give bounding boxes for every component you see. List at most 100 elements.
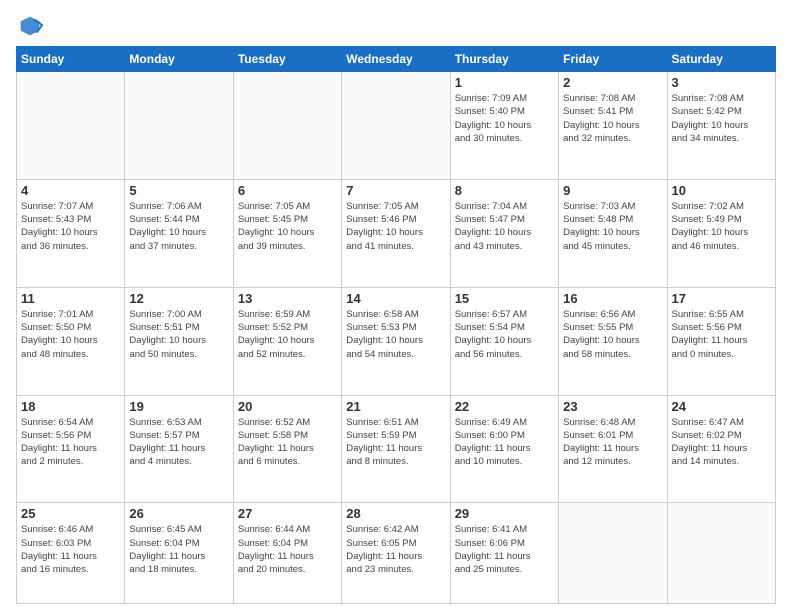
day-number: 4 xyxy=(21,183,120,198)
day-info: Sunrise: 6:56 AM Sunset: 5:55 PM Dayligh… xyxy=(563,308,662,361)
day-info: Sunrise: 7:09 AM Sunset: 5:40 PM Dayligh… xyxy=(455,92,554,145)
day-info: Sunrise: 6:59 AM Sunset: 5:52 PM Dayligh… xyxy=(238,308,337,361)
day-info: Sunrise: 6:46 AM Sunset: 6:03 PM Dayligh… xyxy=(21,523,120,576)
calendar-cell: 13 Sunrise: 6:59 AM Sunset: 5:52 PM Dayli… xyxy=(233,287,341,395)
calendar-cell: 24 Sunrise: 6:47 AM Sunset: 6:02 PM Dayli… xyxy=(667,395,775,503)
day-number: 18 xyxy=(21,399,120,414)
calendar-cell: 12 Sunrise: 7:00 AM Sunset: 5:51 PM Dayli… xyxy=(125,287,233,395)
day-info: Sunrise: 7:05 AM Sunset: 5:46 PM Dayligh… xyxy=(346,200,445,253)
day-number: 1 xyxy=(455,75,554,90)
day-number: 8 xyxy=(455,183,554,198)
day-number: 16 xyxy=(563,291,662,306)
calendar-cell: 20 Sunrise: 6:52 AM Sunset: 5:58 PM Dayli… xyxy=(233,395,341,503)
day-info: Sunrise: 6:51 AM Sunset: 5:59 PM Dayligh… xyxy=(346,416,445,469)
week-row-1: 4Sunrise: 7:07 AM Sunset: 5:43 PM Daylig… xyxy=(17,179,776,287)
calendar-cell: 23Sunrise: 6:48 AM Sunset: 6:01 PM Dayli… xyxy=(559,395,667,503)
calendar-cell: 15 Sunrise: 6:57 AM Sunset: 5:54 PM Dayli… xyxy=(450,287,558,395)
calendar-cell: 22 Sunrise: 6:49 AM Sunset: 6:00 PM Dayli… xyxy=(450,395,558,503)
calendar-cell: 3Sunrise: 7:08 AM Sunset: 5:42 PM Daylig… xyxy=(667,72,775,180)
day-number: 5 xyxy=(129,183,228,198)
calendar-cell xyxy=(233,72,341,180)
day-info: Sunrise: 6:41 AM Sunset: 6:06 PM Dayligh… xyxy=(455,523,554,576)
day-number: 21 xyxy=(346,399,445,414)
weekday-header-monday: Monday xyxy=(125,47,233,72)
calendar-cell xyxy=(342,72,450,180)
calendar-cell: 19 Sunrise: 6:53 AM Sunset: 5:57 PM Dayli… xyxy=(125,395,233,503)
day-number: 15 xyxy=(455,291,554,306)
weekday-header-sunday: Sunday xyxy=(17,47,125,72)
week-row-4: 25 Sunrise: 6:46 AM Sunset: 6:03 PM Dayli… xyxy=(17,503,776,604)
weekday-header-friday: Friday xyxy=(559,47,667,72)
page: SundayMondayTuesdayWednesdayThursdayFrid… xyxy=(0,0,792,612)
calendar-cell: 6Sunrise: 7:05 AM Sunset: 5:45 PM Daylig… xyxy=(233,179,341,287)
day-number: 10 xyxy=(672,183,771,198)
day-info: Sunrise: 7:01 AM Sunset: 5:50 PM Dayligh… xyxy=(21,308,120,361)
day-number: 2 xyxy=(563,75,662,90)
calendar-cell: 16 Sunrise: 6:56 AM Sunset: 5:55 PM Dayli… xyxy=(559,287,667,395)
day-info: Sunrise: 6:53 AM Sunset: 5:57 PM Dayligh… xyxy=(129,416,228,469)
calendar-table: SundayMondayTuesdayWednesdayThursdayFrid… xyxy=(16,46,776,604)
logo-icon xyxy=(16,12,44,40)
day-info: Sunrise: 6:44 AM Sunset: 6:04 PM Dayligh… xyxy=(238,523,337,576)
calendar-cell: 8 Sunrise: 7:04 AM Sunset: 5:47 PM Daylig… xyxy=(450,179,558,287)
day-info: Sunrise: 6:45 AM Sunset: 6:04 PM Dayligh… xyxy=(129,523,228,576)
day-number: 17 xyxy=(672,291,771,306)
week-row-2: 11 Sunrise: 7:01 AM Sunset: 5:50 PM Dayli… xyxy=(17,287,776,395)
day-info: Sunrise: 6:49 AM Sunset: 6:00 PM Dayligh… xyxy=(455,416,554,469)
day-info: Sunrise: 7:04 AM Sunset: 5:47 PM Dayligh… xyxy=(455,200,554,253)
week-row-3: 18 Sunrise: 6:54 AM Sunset: 5:56 PM Dayli… xyxy=(17,395,776,503)
day-number: 20 xyxy=(238,399,337,414)
day-number: 26 xyxy=(129,506,228,521)
day-number: 14 xyxy=(346,291,445,306)
day-number: 23 xyxy=(563,399,662,414)
calendar-cell: 14Sunrise: 6:58 AM Sunset: 5:53 PM Dayli… xyxy=(342,287,450,395)
day-number: 22 xyxy=(455,399,554,414)
day-info: Sunrise: 6:47 AM Sunset: 6:02 PM Dayligh… xyxy=(672,416,771,469)
weekday-header-tuesday: Tuesday xyxy=(233,47,341,72)
calendar-cell: 7 Sunrise: 7:05 AM Sunset: 5:46 PM Daylig… xyxy=(342,179,450,287)
day-info: Sunrise: 7:06 AM Sunset: 5:44 PM Dayligh… xyxy=(129,200,228,253)
day-info: Sunrise: 6:54 AM Sunset: 5:56 PM Dayligh… xyxy=(21,416,120,469)
calendar-cell xyxy=(125,72,233,180)
calendar-cell: 9 Sunrise: 7:03 AM Sunset: 5:48 PM Daylig… xyxy=(559,179,667,287)
calendar-cell: 1 Sunrise: 7:09 AM Sunset: 5:40 PM Daylig… xyxy=(450,72,558,180)
day-number: 27 xyxy=(238,506,337,521)
day-number: 19 xyxy=(129,399,228,414)
day-number: 12 xyxy=(129,291,228,306)
day-info: Sunrise: 7:03 AM Sunset: 5:48 PM Dayligh… xyxy=(563,200,662,253)
day-number: 13 xyxy=(238,291,337,306)
calendar-cell xyxy=(559,503,667,604)
day-number: 29 xyxy=(455,506,554,521)
day-number: 7 xyxy=(346,183,445,198)
day-info: Sunrise: 7:05 AM Sunset: 5:45 PM Dayligh… xyxy=(238,200,337,253)
calendar-cell: 5 Sunrise: 7:06 AM Sunset: 5:44 PM Daylig… xyxy=(125,179,233,287)
day-info: Sunrise: 6:52 AM Sunset: 5:58 PM Dayligh… xyxy=(238,416,337,469)
calendar-cell: 18 Sunrise: 6:54 AM Sunset: 5:56 PM Dayli… xyxy=(17,395,125,503)
calendar-cell: 4Sunrise: 7:07 AM Sunset: 5:43 PM Daylig… xyxy=(17,179,125,287)
day-number: 25 xyxy=(21,506,120,521)
calendar-cell: 21 Sunrise: 6:51 AM Sunset: 5:59 PM Dayli… xyxy=(342,395,450,503)
weekday-header-thursday: Thursday xyxy=(450,47,558,72)
day-info: Sunrise: 6:55 AM Sunset: 5:56 PM Dayligh… xyxy=(672,308,771,361)
day-info: Sunrise: 6:42 AM Sunset: 6:05 PM Dayligh… xyxy=(346,523,445,576)
day-info: Sunrise: 7:08 AM Sunset: 5:41 PM Dayligh… xyxy=(563,92,662,145)
calendar-cell xyxy=(17,72,125,180)
calendar-cell: 26 Sunrise: 6:45 AM Sunset: 6:04 PM Dayli… xyxy=(125,503,233,604)
day-info: Sunrise: 7:00 AM Sunset: 5:51 PM Dayligh… xyxy=(129,308,228,361)
day-number: 28 xyxy=(346,506,445,521)
day-number: 9 xyxy=(563,183,662,198)
calendar-cell: 28 Sunrise: 6:42 AM Sunset: 6:05 PM Dayli… xyxy=(342,503,450,604)
day-info: Sunrise: 6:57 AM Sunset: 5:54 PM Dayligh… xyxy=(455,308,554,361)
calendar-cell xyxy=(667,503,775,604)
weekday-header-row: SundayMondayTuesdayWednesdayThursdayFrid… xyxy=(17,47,776,72)
calendar-cell: 10Sunrise: 7:02 AM Sunset: 5:49 PM Dayli… xyxy=(667,179,775,287)
calendar-cell: 11 Sunrise: 7:01 AM Sunset: 5:50 PM Dayli… xyxy=(17,287,125,395)
calendar-cell: 2 Sunrise: 7:08 AM Sunset: 5:41 PM Daylig… xyxy=(559,72,667,180)
day-number: 11 xyxy=(21,291,120,306)
calendar-cell: 27 Sunrise: 6:44 AM Sunset: 6:04 PM Dayli… xyxy=(233,503,341,604)
calendar-cell: 29 Sunrise: 6:41 AM Sunset: 6:06 PM Dayli… xyxy=(450,503,558,604)
day-number: 24 xyxy=(672,399,771,414)
header xyxy=(16,12,776,40)
weekday-header-saturday: Saturday xyxy=(667,47,775,72)
calendar-cell: 17 Sunrise: 6:55 AM Sunset: 5:56 PM Dayli… xyxy=(667,287,775,395)
